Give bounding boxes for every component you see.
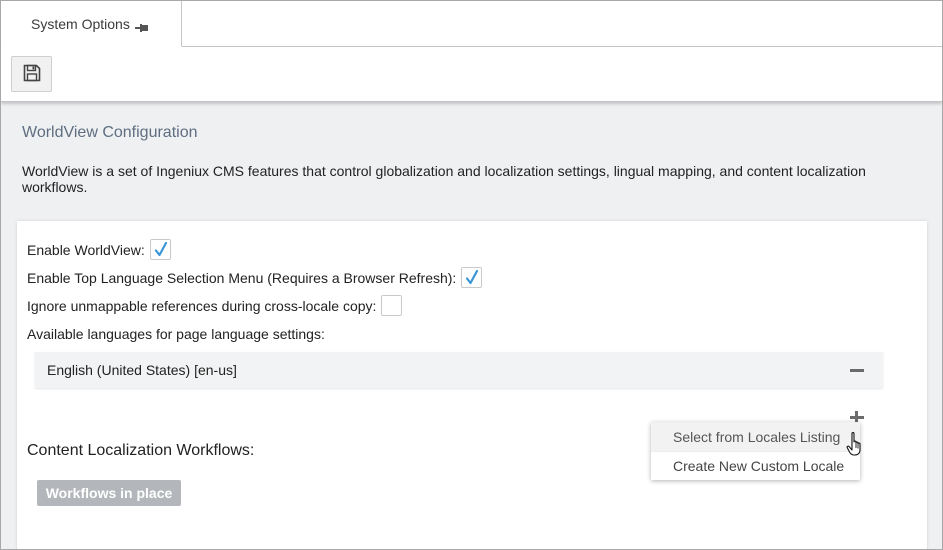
- toolbar: [1, 47, 942, 102]
- enable-worldview-label: Enable WorldView:: [27, 241, 145, 258]
- workflows-section-label: Content Localization Workflows:: [27, 442, 255, 459]
- ignore-unmappable-checkbox[interactable]: [381, 295, 403, 316]
- add-locale-menu: Select from Locales Listing Create New C…: [651, 422, 860, 480]
- tab-label: System Options: [31, 15, 130, 32]
- save-button[interactable]: [11, 56, 52, 92]
- enable-worldview-checkbox[interactable]: [149, 239, 171, 260]
- application-window: System Options WorldView Configuration W…: [0, 0, 943, 550]
- hand-cursor-icon: [846, 431, 866, 457]
- enable-worldview-row: Enable WorldView:: [27, 239, 171, 260]
- tab-system-options[interactable]: System Options: [1, 1, 182, 47]
- page-title: WorldView Configuration: [22, 124, 198, 141]
- menu-item-select-from-locales[interactable]: Select from Locales Listing: [651, 422, 860, 451]
- enable-top-menu-label: Enable Top Language Selection Menu (Requ…: [27, 269, 457, 286]
- minus-icon: [850, 368, 864, 372]
- workflows-in-place-button[interactable]: Workflows in place: [37, 480, 181, 506]
- menu-item-create-custom-locale[interactable]: Create New Custom Locale: [651, 451, 860, 480]
- remove-language-button[interactable]: [849, 363, 865, 377]
- tab-strip: System Options: [1, 1, 942, 47]
- ignore-unmappable-row: Ignore unmappable references during cros…: [27, 295, 403, 316]
- ignore-unmappable-label: Ignore unmappable references during cros…: [27, 297, 377, 314]
- checkmark-icon: [466, 269, 479, 285]
- settings-card: Enable WorldView: Enable Top Language Se…: [17, 221, 927, 549]
- enable-top-menu-checkbox[interactable]: [461, 267, 483, 288]
- enable-top-menu-row: Enable Top Language Selection Menu (Requ…: [27, 267, 483, 288]
- language-list-item: English (United States) [en-us]: [35, 352, 883, 388]
- available-languages-label: Available languages for page language se…: [27, 326, 325, 342]
- language-label: English (United States) [en-us]: [47, 362, 237, 378]
- save-icon: [23, 64, 41, 85]
- pin-icon[interactable]: [134, 20, 149, 32]
- checkmark-icon: [154, 241, 167, 257]
- page-description: WorldView is a set of Ingeniux CMS featu…: [22, 163, 866, 195]
